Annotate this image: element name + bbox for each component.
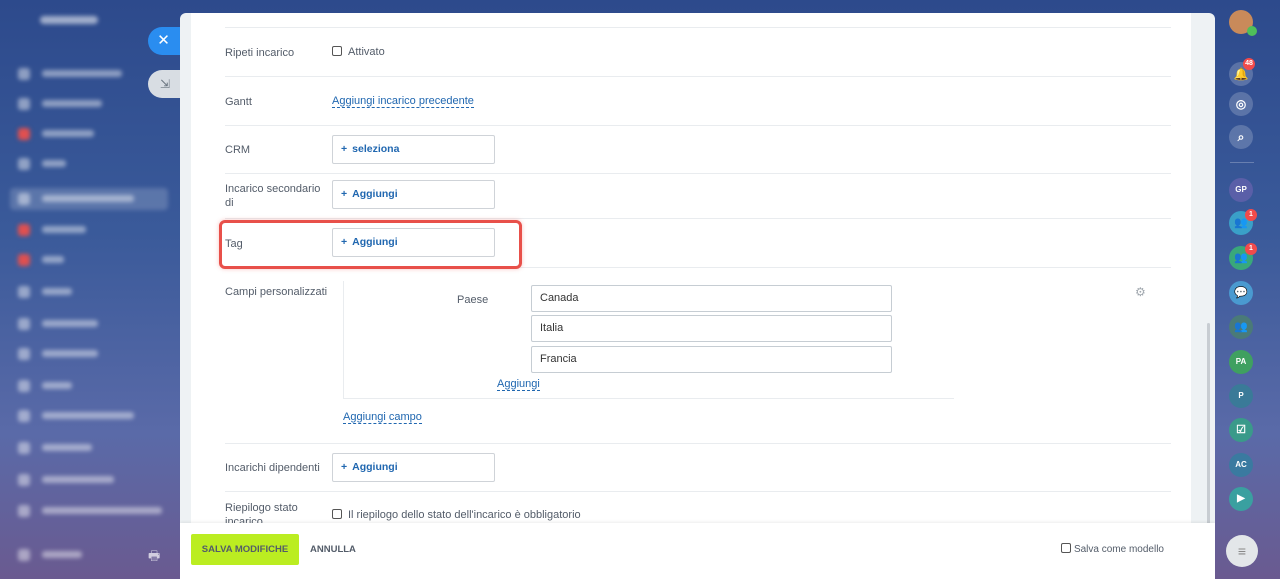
sidebar-item[interactable]	[18, 378, 168, 394]
sidebar-item[interactable]	[18, 156, 168, 172]
plus-icon: +	[341, 461, 348, 473]
checkbox-icon	[332, 46, 342, 56]
close-icon: ✕	[157, 32, 170, 49]
notification-badge: 48	[1243, 58, 1255, 70]
sidebar-item[interactable]	[18, 408, 168, 424]
row-repeat: Ripeti incarico Attivato	[225, 28, 1171, 77]
subtask-add-button[interactable]: + Aggiungi	[332, 180, 495, 209]
avatar-pa[interactable]: PA	[1229, 350, 1253, 374]
row-status-summary: Riepilogo stato incarico Il riepilogo de…	[225, 492, 1171, 523]
crm-label: CRM	[225, 144, 251, 156]
cancel-button[interactable]: ANNULLA	[310, 534, 356, 565]
sidebar-item[interactable]	[18, 440, 168, 456]
sidebar-divider	[1230, 162, 1254, 163]
status-summary-label: Riepilogo stato incarico	[225, 502, 298, 523]
row-crm: CRM + seleziona	[225, 126, 1171, 174]
close-slider-button[interactable]: ✕	[148, 27, 182, 55]
form-row-top	[225, 13, 1171, 28]
custom-fields-container	[343, 281, 954, 399]
sidebar-item[interactable]	[18, 316, 168, 332]
crm-select-button[interactable]: + seleziona	[332, 135, 495, 164]
avatar-gp[interactable]: GP	[1229, 178, 1253, 202]
avatar-ac[interactable]: AC	[1229, 453, 1253, 477]
tag-highlight-frame	[219, 220, 522, 269]
form-card: Ripeti incarico Attivato Gantt Aggiungi …	[191, 13, 1191, 523]
sidebar-item[interactable]	[18, 222, 168, 238]
sidebar-item[interactable]	[18, 252, 168, 268]
task-edit-panel: Ripeti incarico Attivato Gantt Aggiungi …	[180, 13, 1215, 579]
search-icon[interactable]: ⌕	[1229, 125, 1253, 149]
plus-icon: +	[341, 188, 348, 200]
sidebar-item[interactable]	[18, 96, 168, 112]
sidebar-item[interactable]	[18, 66, 168, 82]
add-field-link[interactable]: Aggiungi campo	[343, 411, 422, 424]
custom-fields-label: Campi personalizzati	[225, 286, 328, 298]
group-badge-2: 1	[1245, 243, 1257, 255]
right-sidebar: 🔔 48 ◎ ⌕ GP 👥 1 👥 1 💬 👥 PA P ☑ AC ▶	[1222, 0, 1280, 579]
portal-logo	[40, 16, 98, 24]
chat-icon[interactable]: 💬	[1229, 281, 1253, 305]
scrollbar[interactable]	[1207, 323, 1210, 543]
repeat-checkbox[interactable]: Attivato	[332, 46, 385, 58]
plus-icon: +	[341, 143, 348, 155]
save-as-template-checkbox[interactable]: Salva come modello	[1060, 543, 1164, 555]
form-footer: SALVA MODIFICHE ANNULLA Salva come model…	[180, 523, 1215, 579]
online-badge	[1247, 26, 1257, 36]
add-previous-task-link[interactable]: Aggiungi incarico precedente	[332, 95, 474, 108]
row-dependent: Incarichi dipendenti + Aggiungi	[225, 444, 1171, 492]
sidebar-item[interactable]	[18, 503, 168, 519]
sidebar-item[interactable]	[18, 547, 168, 563]
task-icon[interactable]: ☑	[1229, 418, 1253, 442]
save-changes-button[interactable]: SALVA MODIFICHE	[191, 534, 299, 565]
repeat-label: Ripeti incarico	[225, 47, 295, 59]
sidebar-item[interactable]	[18, 284, 168, 300]
print-icon[interactable]: 🖶	[148, 547, 160, 569]
checkbox-icon	[332, 509, 342, 519]
sidebar-item[interactable]	[18, 126, 168, 142]
minimize-icon: ⇲	[159, 77, 171, 91]
gantt-label: Gantt	[225, 96, 252, 108]
sidebar-item[interactable]	[18, 346, 168, 362]
status-summary-checkbox[interactable]: Il riepilogo dello stato dell'incarico è…	[332, 509, 581, 521]
collapse-slider-button[interactable]: ⇲	[148, 70, 182, 98]
gear-icon[interactable]: ⚙	[1135, 285, 1146, 299]
sidebar-item-active[interactable]	[10, 188, 168, 210]
dependent-label: Incarichi dipendenti	[225, 462, 320, 474]
group-badge-1: 1	[1245, 209, 1257, 221]
subtask-label: Incarico secondario di	[225, 183, 321, 209]
row-subtask: Incarico secondario di + Aggiungi	[225, 174, 1171, 219]
video-call-icon[interactable]: ▶	[1229, 487, 1253, 511]
activity-icon[interactable]: ◎	[1229, 92, 1253, 116]
menu-icon[interactable]: ≡	[1226, 535, 1258, 567]
sidebar-item[interactable]	[18, 472, 168, 488]
avatar-p[interactable]: P	[1229, 384, 1253, 408]
dependent-add-button[interactable]: + Aggiungi	[332, 453, 495, 482]
group-chat-icon[interactable]: 👥	[1229, 315, 1253, 339]
checkbox-icon	[1060, 543, 1071, 553]
row-gantt: Gantt Aggiungi incarico precedente	[225, 77, 1171, 126]
